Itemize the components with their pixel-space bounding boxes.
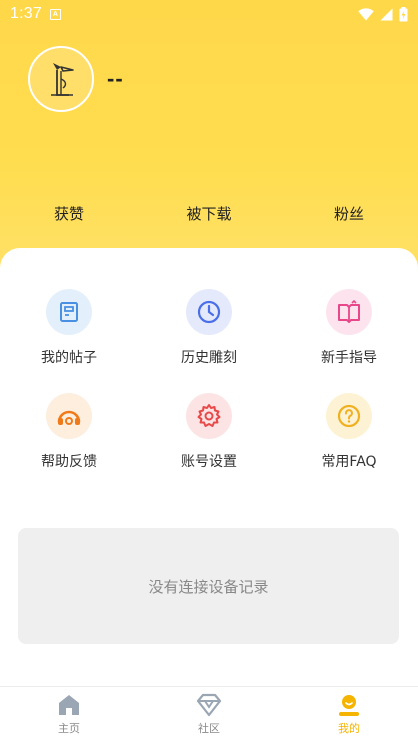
menu-label: 帮助反馈 — [41, 454, 97, 470]
gear-icon — [186, 393, 232, 439]
nav-label: 主页 — [58, 722, 80, 735]
nav-community[interactable]: 社区 — [169, 693, 249, 736]
document-icon — [46, 289, 92, 335]
clock-icon — [186, 289, 232, 335]
menu-label: 新手指导 — [321, 350, 377, 366]
menu-carving-history[interactable]: 历史雕刻 — [149, 289, 269, 367]
menu-my-posts[interactable]: 我的帖子 — [9, 289, 129, 367]
woodpecker-logo-icon — [51, 63, 74, 96]
book-icon — [326, 289, 372, 335]
menu-label: 我的帖子 — [41, 350, 97, 366]
wifi-icon — [358, 7, 374, 20]
notification-icon: A — [49, 8, 61, 20]
home-icon — [59, 695, 79, 715]
menu-faq[interactable]: 常用FAQ — [289, 393, 409, 471]
header-background — [0, 0, 418, 290]
nav-mine[interactable]: 我的 — [309, 693, 389, 736]
status-time: 1:37 — [10, 5, 42, 22]
username: -- — [107, 66, 124, 91]
menu-label: 常用FAQ — [321, 454, 377, 470]
headset-icon — [46, 393, 92, 439]
stat-fans[interactable]: 粉丝 — [334, 203, 364, 224]
diamond-icon — [196, 693, 222, 717]
stat-likes[interactable]: 获赞 — [54, 203, 84, 224]
battery-icon — [399, 6, 408, 21]
menu-beginner-guide[interactable]: 新手指导 — [289, 289, 409, 367]
nav-label: 社区 — [198, 722, 220, 735]
stat-downloads[interactable]: 被下载 — [186, 203, 231, 224]
nav-home[interactable]: 主页 — [29, 693, 109, 736]
signal-icon — [380, 8, 393, 20]
stats-row: 获赞 被下载 粉丝 — [0, 203, 418, 227]
menu-label: 历史雕刻 — [181, 350, 237, 366]
device-history-empty: 没有连接设备记录 — [18, 528, 399, 644]
nav-label: 我的 — [338, 722, 360, 735]
menu-label: 账号设置 — [181, 454, 237, 470]
empty-state-text: 没有连接设备记录 — [148, 577, 269, 596]
status-bar: 1:37 A — [0, 0, 418, 28]
question-icon — [326, 393, 372, 439]
user-icon — [339, 695, 359, 716]
menu-card: 我的帖子 历史雕刻 新手指导 帮助反馈 账号设置 常用FAQ 没有连接设备记录 — [0, 248, 418, 688]
bottom-navigation: 主页 社区 我的 — [0, 686, 418, 744]
menu-account-settings[interactable]: 账号设置 — [149, 393, 269, 471]
menu-help-feedback[interactable]: 帮助反馈 — [9, 393, 129, 471]
avatar[interactable] — [28, 46, 94, 112]
